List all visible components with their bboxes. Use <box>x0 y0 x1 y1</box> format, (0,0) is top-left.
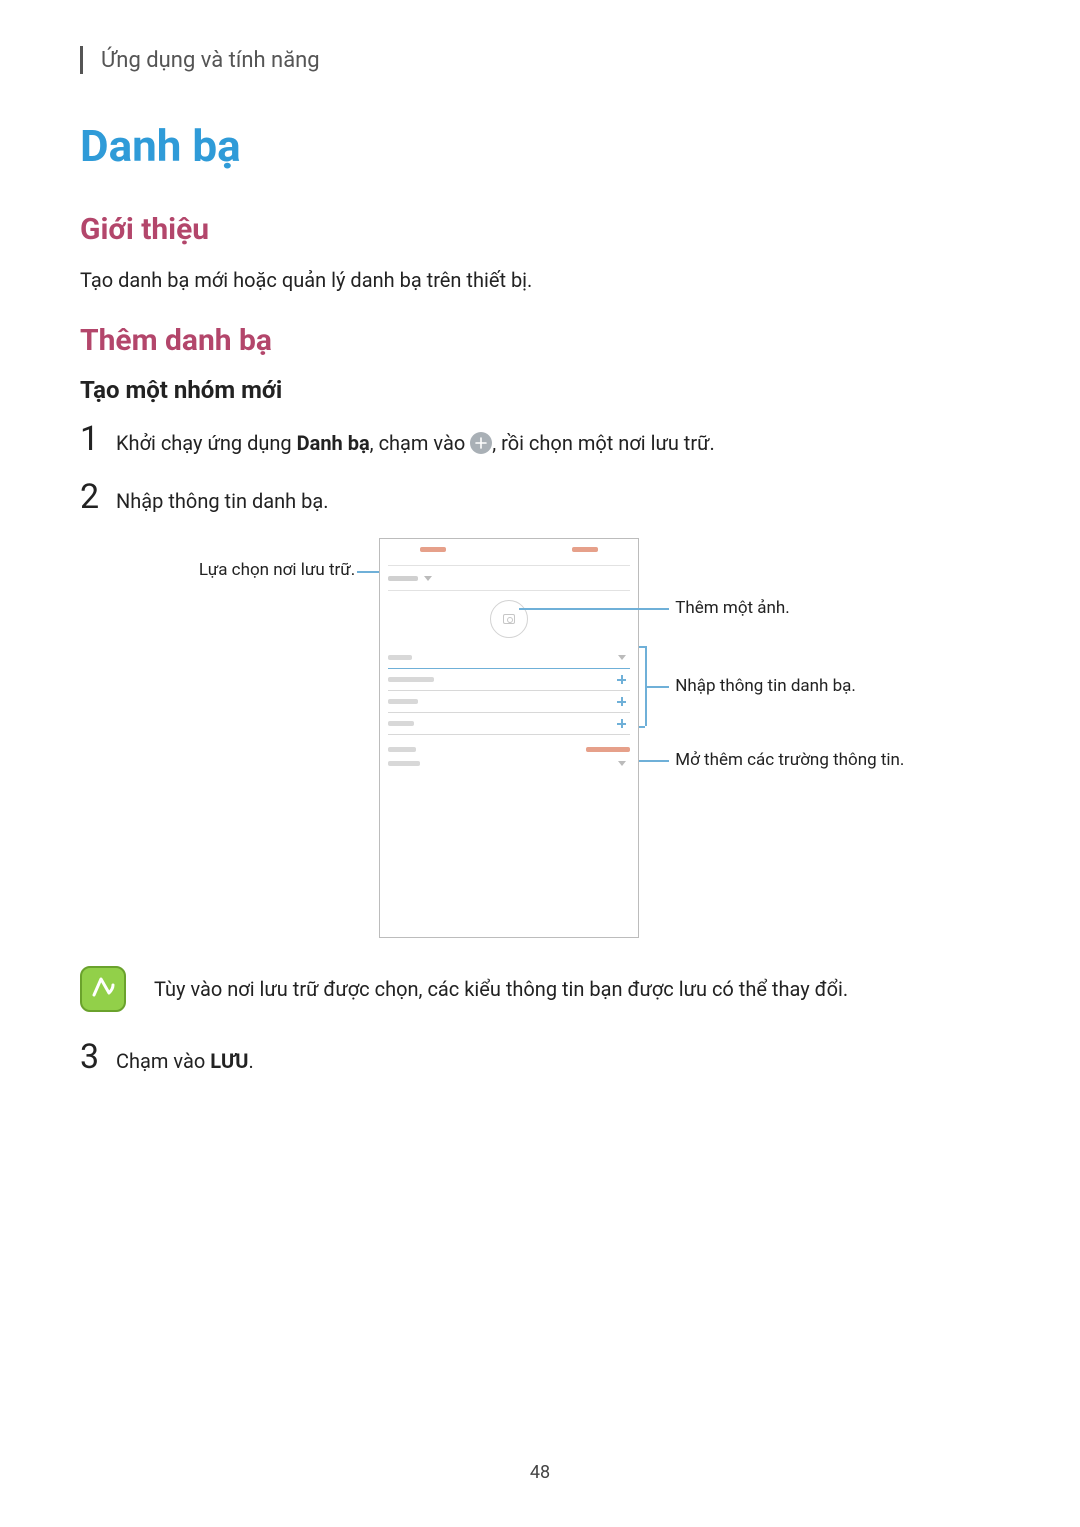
steps-list-continued: 3 Chạm vào LƯU. <box>80 1040 1000 1076</box>
section-add-heading: Thêm danh bạ <box>80 323 1000 358</box>
chevron-down-icon <box>618 655 626 660</box>
callout-fields: Nhập thông tin danh bạ. <box>675 676 856 696</box>
step-number: 2 <box>80 480 116 514</box>
plus-small-icon <box>617 719 626 728</box>
step-3: 3 Chạm vào LƯU. <box>80 1040 1000 1076</box>
mock-screenshot <box>379 538 639 938</box>
camera-icon <box>503 614 515 624</box>
step-2: 2 Nhập thông tin danh bạ. <box>80 480 1000 516</box>
mock-storage-row <box>388 565 630 591</box>
mock-more-row <box>388 761 630 766</box>
plus-icon <box>470 432 492 454</box>
mock-header <box>380 539 638 563</box>
step-3-text-b: . <box>248 1049 253 1073</box>
section-intro-heading: Giới thiệu <box>80 212 1000 247</box>
mock-cancel-chip <box>420 547 446 552</box>
note-icon <box>80 966 126 1012</box>
callout-photo: Thêm một ảnh. <box>675 598 790 618</box>
plus-small-icon <box>617 675 626 684</box>
step-number: 3 <box>80 1040 116 1074</box>
mock-email-field <box>388 713 630 735</box>
step-3-text: Chạm vào LƯU. <box>116 1046 254 1076</box>
mock-phone-field <box>388 691 630 713</box>
step-1-text-a: Khởi chạy ứng dụng <box>116 431 297 455</box>
breadcrumb-text: Ứng dụng và tính năng <box>101 48 320 73</box>
figure: Lựa chọn nơi lưu trữ. <box>80 538 1000 938</box>
step-1-text: Khởi chạy ứng dụng Danh bạ, chạm vào , r… <box>116 428 715 458</box>
mock-save-chip <box>572 547 598 552</box>
step-1: 1 Khởi chạy ứng dụng Danh bạ, chạm vào ,… <box>80 422 1000 458</box>
mock-photo-button <box>490 600 528 638</box>
page-number: 48 <box>0 1462 1080 1483</box>
step-3-text-a: Chạm vào <box>116 1049 210 1073</box>
step-2-text: Nhập thông tin danh bạ. <box>116 486 329 516</box>
breadcrumb: Ứng dụng và tính năng <box>80 46 1000 74</box>
breadcrumb-bar-icon <box>80 46 83 74</box>
section-add-subheading: Tạo một nhóm mới <box>80 376 1000 404</box>
note-block: Tùy vào nơi lưu trữ được chọn, các kiểu … <box>80 966 1000 1012</box>
note-text: Tùy vào nơi lưu trữ được chọn, các kiểu … <box>154 966 848 1004</box>
mock-name-field <box>388 647 630 669</box>
mock-group-row <box>388 739 630 759</box>
callout-storage: Lựa chọn nơi lưu trữ. <box>199 560 355 580</box>
mock-org-field <box>388 669 630 691</box>
step-1-text-b: , chạm vào <box>370 431 471 455</box>
plus-small-icon <box>617 697 626 706</box>
step-3-save-label: LƯU <box>210 1049 248 1073</box>
step-1-app-name: Danh bạ <box>297 431 370 455</box>
page-title: Danh bạ <box>80 120 1000 172</box>
steps-list: 1 Khởi chạy ứng dụng Danh bạ, chạm vào ,… <box>80 422 1000 516</box>
step-1-text-c: , rồi chọn một nơi lưu trữ. <box>492 431 715 455</box>
section-intro-body: Tạo danh bạ mới hoặc quản lý danh bạ trê… <box>80 265 1000 295</box>
chevron-down-icon <box>618 761 626 766</box>
step-number: 1 <box>80 422 116 456</box>
callout-more: Mở thêm các trường thông tin. <box>675 750 904 770</box>
chevron-down-icon <box>424 576 432 581</box>
